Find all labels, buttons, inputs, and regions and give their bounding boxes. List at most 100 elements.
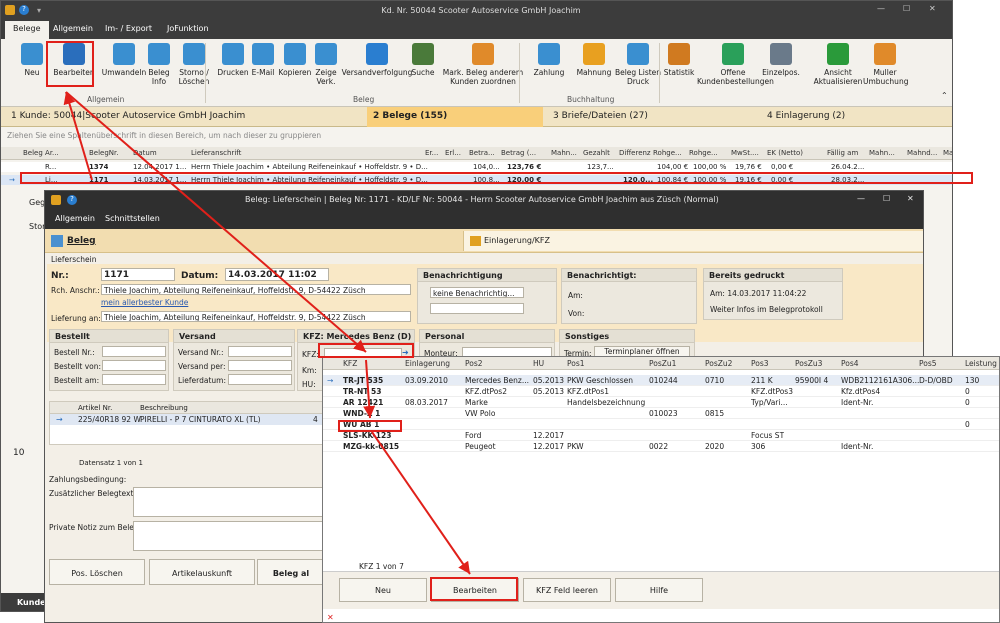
grid-col-header[interactable]: Mahn... <box>551 149 577 157</box>
grid-col-header[interactable]: Beleg Ar... <box>23 149 59 157</box>
minimize-icon[interactable]: — <box>877 4 885 13</box>
nav-kunde[interactable]: 1 Kunde: 50044|Scooter Autoservice GmbH … <box>5 107 367 127</box>
grid-col-header[interactable]: EK (Netto) <box>767 149 803 157</box>
ribbon-btn-8[interactable]: Zeige Verk. <box>309 43 343 86</box>
grid-col-header[interactable]: Betrag (... <box>501 149 536 157</box>
grid-col-header[interactable]: Lieferanschrift <box>191 149 241 157</box>
grid-row[interactable]: R... 1374 12.04.2017 1... Herrn Thiele Joac… <box>1 162 952 172</box>
kfz-row[interactable]: → TR-JT 535 03.09.2010 Mercedes Benz... 05.2… <box>323 375 999 386</box>
kfz-row[interactable]: AR 12421 08.03.2017 Marke Handelsbezeichnun… <box>323 397 999 408</box>
ribbon-btn-11[interactable]: Mark. Beleg anderem Kunden zuordnen <box>439 43 527 86</box>
nr-field[interactable]: 1171 <box>101 268 175 281</box>
grid-col-header[interactable]: Mahnd... <box>907 149 937 157</box>
kfz-row[interactable]: WND-Z 1 VW Polo 010023 0815 <box>323 408 999 419</box>
versand-per-field[interactable] <box>228 360 292 371</box>
maximize-icon[interactable]: ☐ <box>903 4 910 13</box>
tab-jofunktion[interactable]: JoFunktion <box>159 21 217 39</box>
kfz-col-header[interactable]: Pos3 <box>751 359 769 368</box>
help-icon[interactable]: ? <box>19 5 29 15</box>
pos-loeschen-button[interactable]: Pos. Löschen <box>49 559 145 585</box>
kfz-row[interactable]: SLS-KK-123 Ford 12.2017 Focus ST <box>323 430 999 441</box>
tab-import-export[interactable]: Im- / Export <box>97 21 160 39</box>
grid-col-header[interactable]: Mahn... <box>869 149 895 157</box>
kfz-cell: 306 <box>751 442 766 451</box>
kfz-col-header[interactable]: PosZu2 <box>705 359 732 368</box>
ribbon-btn-14[interactable]: Beleg Listen Druck <box>613 43 663 86</box>
kfz-row[interactable]: TR-NT 53 KFZ.dtPos2 05.2013 KFZ.dtPos1 KFZ.d… <box>323 386 999 397</box>
kfz-col-header[interactable]: KFZ <box>343 359 357 368</box>
grid-col-header[interactable]: Differenz <box>619 149 651 157</box>
ribbon-btn-17[interactable]: Einzelpos. <box>759 43 803 77</box>
ribbon-btn-3[interactable]: Beleg Info <box>143 43 175 86</box>
kfz-col-header[interactable]: HU <box>533 359 544 368</box>
tab-belege[interactable]: Belege <box>5 21 49 39</box>
kfz-feld-leeren-button[interactable]: KFZ Feld leeren <box>523 578 611 602</box>
ribbon-btn-19[interactable]: Muller Umbuchung <box>863 43 908 86</box>
panel-tab-beleg[interactable]: Beleg <box>67 236 96 246</box>
grid-col-header[interactable]: MwSt.... <box>731 149 759 157</box>
kfz-row[interactable]: WU AB 10 <box>323 419 999 430</box>
ribbon-btn-4[interactable]: Storno / Löschen <box>173 43 215 86</box>
nav-einlagerung[interactable]: 4 Einlagerung (2) <box>761 107 951 127</box>
bestellt-am-field[interactable] <box>102 374 166 385</box>
grid-col-header[interactable]: Fällig am <box>827 149 858 157</box>
nav-briefe[interactable]: 3 Briefe/Dateien (27) <box>547 107 755 127</box>
datum-field[interactable]: 14.03.2017 11:02 <box>225 268 329 281</box>
grid-col-header[interactable]: Rohge... <box>689 149 718 157</box>
beleg-abschliessen-button[interactable]: Beleg al <box>257 559 325 585</box>
ribbon-btn-18[interactable]: Ansicht Aktualisieren <box>813 43 863 86</box>
grid-col-header[interactable]: Betra... <box>469 149 495 157</box>
close-icon[interactable]: ✕ <box>929 4 936 13</box>
kfz-col-header[interactable]: Pos2 <box>465 359 483 368</box>
rch-field[interactable]: Thiele Joachim, Abteilung Reifeneinkauf,… <box>101 284 411 295</box>
qat-dropdown-icon[interactable]: ▾ <box>37 6 41 15</box>
kfz-col-header[interactable]: PosZu3 <box>795 359 822 368</box>
benachrichtigung-select-2[interactable] <box>430 303 524 314</box>
grid-col-header[interactable]: BelegNr. <box>89 149 119 157</box>
ribbon-btn-2[interactable]: Umwandeln <box>99 43 149 77</box>
nav-belege[interactable]: 2 Belege (155) <box>367 107 543 127</box>
lief-field[interactable]: Thiele Joachim, Abteilung Reifeneinkauf,… <box>101 311 411 322</box>
grid-col-header[interactable]: Gezahlt <box>583 149 610 157</box>
kfz-col-header[interactable]: PosZu1 <box>649 359 676 368</box>
grid-col-header[interactable]: Rohge... <box>653 149 682 157</box>
dialog-close-icon[interactable]: ✕ <box>907 194 914 203</box>
kfz-row[interactable]: MZG-kk-0815 Peugeot 12.2017 PKW 0022 2020 306 I… <box>323 441 999 452</box>
kfz-col-header[interactable]: Pos5 <box>919 359 937 368</box>
bestellt-von-field[interactable] <box>102 360 166 371</box>
zusatz-textarea[interactable] <box>133 487 323 517</box>
ribbon-btn-13[interactable]: Mahnung <box>573 43 615 77</box>
artikelauskunft-button[interactable]: Artikelauskunft <box>149 559 255 585</box>
ribbon-btn-10[interactable]: Suche <box>407 43 439 77</box>
grid-col-header[interactable]: Er... <box>425 149 438 157</box>
notiz-textarea[interactable] <box>133 521 323 551</box>
ribbon-btn-15[interactable]: Statistik <box>661 43 697 77</box>
ribbon-btn-9[interactable]: Versandverfolgung <box>341 43 413 77</box>
dialog-help-icon[interactable]: ? <box>67 195 77 205</box>
lieferdatum-field[interactable] <box>228 374 292 385</box>
kfz-col-header[interactable]: Pos4 <box>841 359 859 368</box>
ribbon-btn-0[interactable]: Neu <box>15 43 49 77</box>
kfz-col-header[interactable]: Einlagerung <box>405 359 450 368</box>
bestell-nr-field[interactable] <box>102 346 166 357</box>
kfz-close-icon[interactable]: ✕ <box>327 613 334 622</box>
grid-col-header[interactable]: Ma <box>943 149 952 157</box>
kfz-col-header[interactable]: Pos1 <box>567 359 585 368</box>
dialog-maximize-icon[interactable]: ☐ <box>883 194 890 203</box>
dialog-tab-allgemein[interactable]: Allgemein <box>55 214 95 223</box>
ribbon-btn-12[interactable]: Zahlung <box>529 43 569 77</box>
benachrichtigung-select[interactable]: keine Benachrichtig... <box>430 287 524 298</box>
dialog-tab-schnittstellen[interactable]: Schnittstellen <box>105 214 160 223</box>
kunde-link[interactable]: mein allerbester Kunde <box>101 298 188 307</box>
kfz-neu-button[interactable]: Neu <box>339 578 427 602</box>
panel-tab-einlagerung-bg[interactable]: Einlagerung/KFZ <box>463 231 923 251</box>
kfz-col-header[interactable]: Leistung <box>965 359 997 368</box>
grid-col-header[interactable]: Erl... <box>445 149 461 157</box>
artikel-row[interactable]: → 225/40R18 92 W PIRELLI - P 7 CINTURATO… <box>50 414 326 425</box>
versand-nr-field[interactable] <box>228 346 292 357</box>
ribbon-collapse-icon[interactable]: ⌃ <box>941 91 948 100</box>
kfz-hilfe-button[interactable]: Hilfe <box>615 578 703 602</box>
tab-allgemein[interactable]: Allgemein <box>45 21 101 39</box>
grid-col-header[interactable]: Datum <box>133 149 157 157</box>
dialog-minimize-icon[interactable]: — <box>857 194 865 203</box>
